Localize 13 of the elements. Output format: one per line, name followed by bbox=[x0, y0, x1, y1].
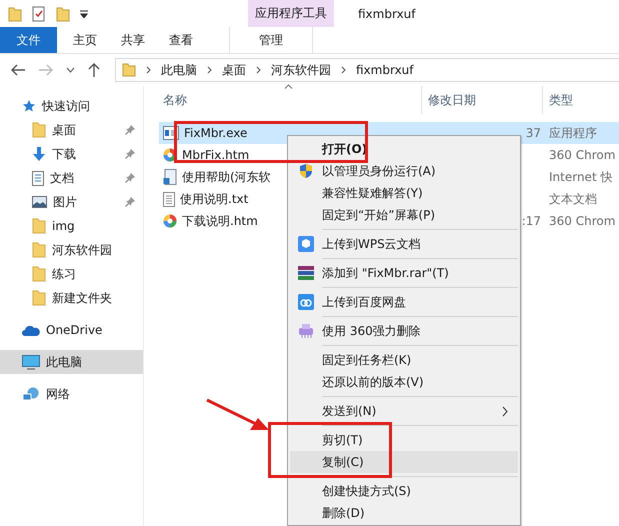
modified-date: 37 bbox=[524, 126, 542, 140]
context-tab-group: 应用程序工具 bbox=[248, 0, 334, 27]
file-type: 360 Chrom bbox=[548, 148, 616, 162]
window-title: fixmbrxuf bbox=[358, 6, 416, 20]
file-type: 360 Chrom bbox=[548, 214, 616, 228]
file-name: 下载说明.htm bbox=[182, 212, 258, 230]
file-type: 应用程序 bbox=[548, 124, 598, 142]
file-name: 使用帮助(河东软 bbox=[182, 168, 271, 186]
file-name: FixMbr.exe bbox=[184, 126, 248, 140]
file-name: MbrFix.htm bbox=[182, 148, 250, 162]
file-name: 使用说明.txt bbox=[180, 190, 248, 208]
file-type: 文本文档 bbox=[548, 190, 598, 208]
file-type: Internet 快 bbox=[548, 168, 614, 186]
